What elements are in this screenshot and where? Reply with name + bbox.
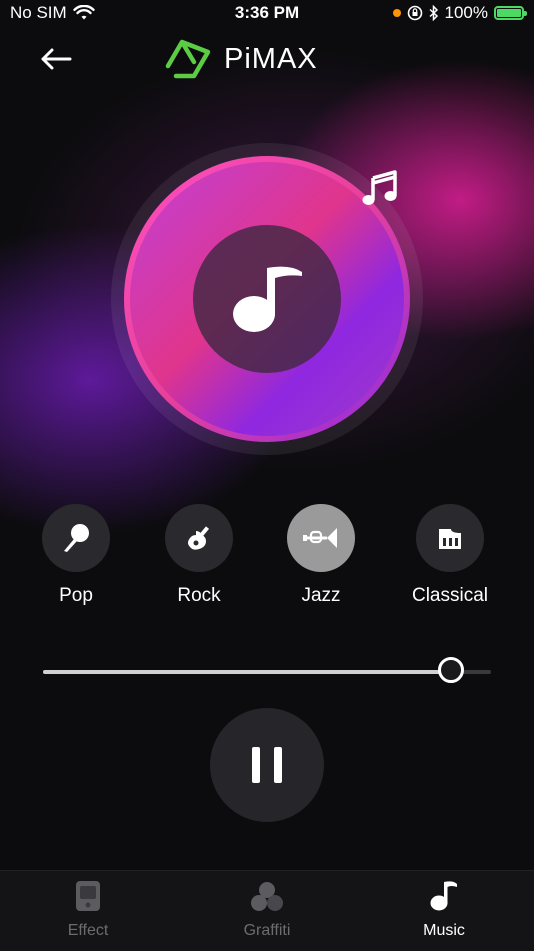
status-bar: No SIM 3:36 PM 100% xyxy=(0,0,534,26)
tab-music-label: Music xyxy=(423,922,465,939)
pimax-logo-icon xyxy=(165,39,211,79)
genre-jazz[interactable]: Jazz xyxy=(261,504,381,607)
genre-rock-label: Rock xyxy=(177,585,221,606)
genre-classical-circle xyxy=(416,504,484,572)
pimax-logo: PiMAX xyxy=(164,38,318,80)
genre-rock[interactable]: Rock xyxy=(139,504,259,607)
logo-text: PiMAX xyxy=(224,42,318,75)
volume-slider-fill xyxy=(43,670,451,674)
genre-rock-circle xyxy=(165,504,233,572)
genre-pop[interactable]: Pop xyxy=(16,504,136,607)
battery-fill xyxy=(497,9,521,17)
pause-icon-bar-right xyxy=(274,747,282,783)
trumpet-icon xyxy=(303,528,337,548)
genre-classical[interactable]: Classical xyxy=(390,504,510,607)
microphone-icon xyxy=(64,524,89,552)
piano-icon xyxy=(439,529,461,549)
genre-jazz-label: Jazz xyxy=(301,585,341,606)
battery-icon xyxy=(494,6,527,20)
recording-dot-icon xyxy=(392,9,401,17)
arrow-left-icon xyxy=(41,48,72,70)
tab-music[interactable]: Music xyxy=(384,879,504,940)
music-notes-icon xyxy=(362,170,397,205)
orientation-lock-icon xyxy=(407,5,422,21)
back-button[interactable] xyxy=(38,44,78,76)
tab-graffiti-label: Graffiti xyxy=(243,922,291,939)
bluetooth-icon xyxy=(429,5,438,21)
pause-button[interactable] xyxy=(210,708,324,822)
guitar-icon xyxy=(188,526,210,550)
tab-graffiti[interactable]: Graffiti xyxy=(207,879,327,940)
volume-slider-thumb[interactable] xyxy=(437,657,464,683)
pause-icon-bar-left xyxy=(252,747,260,783)
genre-pop-label: Pop xyxy=(59,585,93,606)
bottom-tab-bar: Effect Graffiti Music xyxy=(0,870,534,951)
genre-classical-label: Classical xyxy=(411,585,489,606)
music-note-icon xyxy=(430,881,457,911)
status-right: 100% xyxy=(392,3,527,23)
battery-cap xyxy=(524,11,527,16)
genre-jazz-circle xyxy=(287,504,355,572)
volume-slider[interactable] xyxy=(43,657,491,683)
effect-device-icon xyxy=(76,881,100,911)
battery-percent: 100% xyxy=(444,3,488,22)
genre-pop-circle xyxy=(42,504,110,572)
tab-effect-label: Effect xyxy=(67,922,109,939)
tab-effect[interactable]: Effect xyxy=(28,879,148,940)
music-note-icon xyxy=(233,266,302,332)
graffiti-circles-icon xyxy=(251,882,283,911)
